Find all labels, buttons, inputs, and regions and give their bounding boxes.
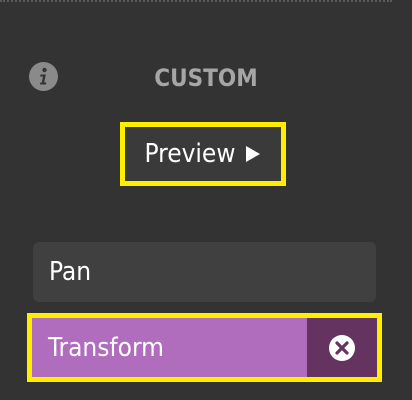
- preview-button[interactable]: Preview: [120, 122, 286, 186]
- section-title: CUSTOM: [154, 64, 258, 92]
- action-item-label: Pan: [49, 257, 92, 287]
- action-item-transform[interactable]: Transform: [27, 313, 382, 382]
- play-icon: [245, 145, 261, 163]
- preview-button-label: Preview: [144, 139, 236, 169]
- close-circle-icon: [328, 334, 356, 362]
- action-item-label: Transform: [48, 332, 164, 363]
- action-item-pan[interactable]: Pan: [33, 242, 376, 302]
- remove-item-button[interactable]: [307, 318, 377, 377]
- top-divider: [0, 0, 392, 2]
